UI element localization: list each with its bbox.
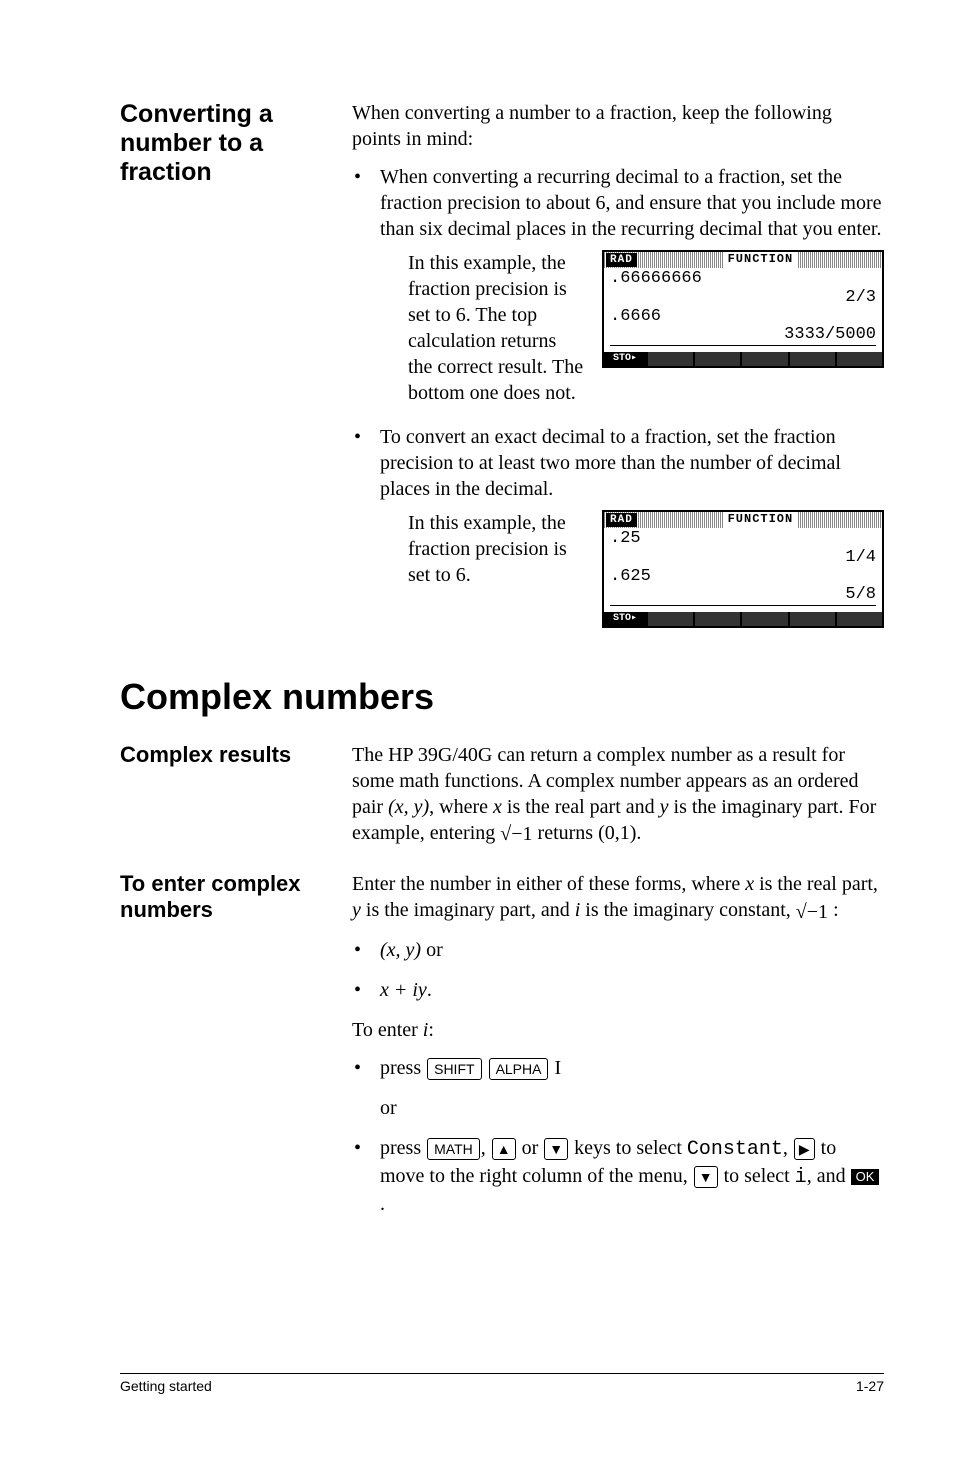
page-footer: Getting started 1-27	[120, 1373, 884, 1394]
cr-b: , where	[429, 796, 493, 818]
ec-c: is the imaginary part, and	[361, 899, 575, 921]
bullet-recurring: When converting a recurring decimal to a…	[352, 164, 884, 406]
calc1-out1: 2/3	[845, 289, 876, 308]
calc2-header: RAD FUNCTION	[604, 512, 882, 528]
intro-text: When converting a number to a fraction, …	[352, 100, 884, 152]
ec-sqrt: √−1	[796, 899, 828, 925]
calc1-in1: .66666666	[610, 270, 702, 289]
section-heading-convert: Converting a number to a fraction	[120, 100, 340, 186]
example1-text: In this example, the fraction precision …	[408, 250, 584, 406]
form-pair: (x, y) or	[352, 937, 884, 963]
per: .	[380, 1193, 385, 1215]
calc2-sto: STO▸	[604, 612, 646, 626]
calc2-rad: RAD	[606, 513, 637, 527]
or1: or	[421, 939, 443, 961]
calc-screen-1: RAD FUNCTION .66666666 2/3 .6666 3333/50…	[602, 250, 884, 368]
ec-a: Enter the number in either of these form…	[352, 873, 745, 895]
opt1: (x, y)	[380, 939, 421, 961]
c1: ,	[481, 1137, 491, 1159]
footer-right: 1-27	[856, 1378, 884, 1394]
constant: Constant	[687, 1138, 783, 1161]
c2: ,	[783, 1137, 793, 1159]
opt2: x + iy	[380, 979, 427, 1001]
up-key: ▲	[492, 1138, 516, 1160]
cr-sqrt: √−1	[500, 821, 532, 847]
complex-results-heading: Complex results	[120, 742, 340, 767]
calc2-func: FUNCTION	[724, 512, 798, 528]
calc1-in2: .6666	[610, 308, 661, 327]
calc1-out2: 3333/5000	[784, 326, 876, 345]
ec-b: is the real part,	[754, 873, 878, 895]
press1: press	[380, 1057, 426, 1079]
or-line: or	[380, 1095, 884, 1121]
c3: ,	[807, 1165, 817, 1187]
calc1-header: RAD FUNCTION	[604, 252, 882, 268]
shift-key: SHIFT	[427, 1058, 481, 1080]
ec-x: x	[745, 873, 754, 895]
calc2-out2: 5/8	[845, 586, 876, 605]
right-key-1: ▶	[794, 1138, 815, 1160]
ok-softkey: OK	[851, 1169, 880, 1185]
calc2-out1: 1/4	[845, 549, 876, 568]
alpha-key: ALPHA	[489, 1058, 549, 1080]
calc2-in2: .625	[610, 568, 651, 587]
calc1-footer: STO▸	[604, 352, 882, 366]
down-key: ▼	[544, 1138, 568, 1160]
down-key-2: ▼	[694, 1166, 718, 1188]
ec-y: y	[352, 899, 361, 921]
i-mono: i	[795, 1166, 807, 1189]
press2: press	[380, 1137, 426, 1159]
to-enter-i: To enter i:	[352, 1017, 884, 1043]
keysto: keys to select	[569, 1137, 687, 1159]
cr-e: returns (0,1).	[533, 822, 642, 844]
cr-c: is the real part and	[502, 796, 660, 818]
ec-e: :	[828, 899, 839, 921]
tosel: to select	[719, 1165, 795, 1187]
calc1-func: FUNCTION	[724, 252, 798, 268]
form-xiy: x + iy.	[352, 977, 884, 1003]
dot2: .	[427, 979, 432, 1001]
complex-results-body: The HP 39G/40G can return a complex numb…	[352, 742, 884, 847]
calc2-footer: STO▸	[604, 612, 882, 626]
bullet-recurring-text: When converting a recurring decimal to a…	[380, 166, 882, 240]
bullet-exact-text: To convert an exact decimal to a fractio…	[380, 426, 841, 500]
i-key-label: I	[549, 1057, 561, 1079]
calc2-in1: .25	[610, 530, 641, 549]
footer-left: Getting started	[120, 1378, 212, 1394]
toenter: To enter	[352, 1019, 423, 1041]
enter-complex-heading: To enter complex numbers	[120, 871, 340, 922]
press-shift-alpha: press SHIFT ALPHA I or	[352, 1055, 884, 1121]
math-key: MATH	[427, 1138, 480, 1160]
colon: :	[428, 1019, 434, 1041]
enter-complex-body: Enter the number in either of these form…	[352, 871, 884, 924]
calc1-sto: STO▸	[604, 352, 646, 366]
cr-x: x	[493, 796, 502, 818]
cr-y: y	[660, 796, 669, 818]
press-math: press MATH, ▲ or ▼ keys to select Consta…	[352, 1135, 884, 1217]
orin: or	[517, 1137, 544, 1159]
calc1-rad: RAD	[606, 253, 637, 267]
example2-text: In this example, the fraction precision …	[408, 510, 584, 588]
calc-screen-2: RAD FUNCTION .25 1/4 .625 5/8	[602, 510, 884, 628]
complex-numbers-heading: Complex numbers	[120, 676, 884, 718]
bullet-exact: To convert an exact decimal to a fractio…	[352, 424, 884, 628]
ec-d: is the imaginary constant,	[580, 899, 796, 921]
and: and	[817, 1165, 851, 1187]
cr-pair: (x, y)	[388, 796, 429, 818]
